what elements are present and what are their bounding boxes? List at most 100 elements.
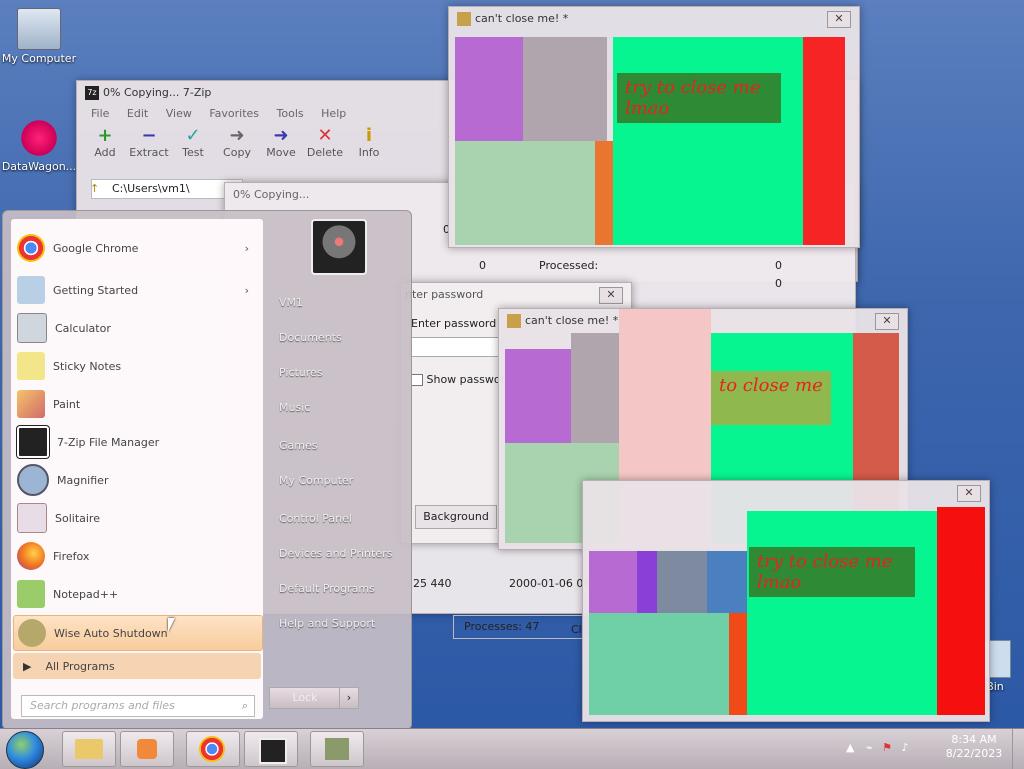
desktop-icon-my-computer[interactable]: My Computer [0, 8, 78, 65]
program-label: Getting Started [53, 283, 139, 297]
troll-titlebar[interactable]: ✕ [583, 481, 989, 505]
start-button[interactable] [6, 731, 44, 769]
right-item-user[interactable]: VM1 [279, 296, 303, 309]
menu-edit[interactable]: Edit [127, 107, 148, 120]
program-item-chrome[interactable]: Google Chrome › [13, 231, 261, 265]
program-label: Solitaire [55, 511, 100, 525]
taskbar-explorer[interactable] [62, 731, 116, 767]
right-item-documents[interactable]: Documents [279, 331, 342, 344]
desktop-icon-datawagon[interactable]: DataWagon... [0, 118, 78, 173]
troll-titlebar[interactable]: can't close me! * ✕ [449, 7, 859, 31]
magnifier-icon [17, 464, 49, 496]
show-password-checkbox[interactable]: Show password [411, 373, 512, 386]
right-item-games[interactable]: Games [279, 439, 317, 452]
program-label: Calculator [55, 321, 111, 335]
7zip-icon [16, 425, 50, 459]
info-button[interactable]: i Info [349, 126, 389, 160]
program-item-paint[interactable]: Paint [13, 387, 261, 421]
add-label: Add [94, 146, 116, 159]
password-titlebar[interactable]: nter password ✕ [401, 283, 631, 307]
calculator-icon [17, 313, 47, 343]
move-arrow-icon: ➜ [273, 125, 289, 146]
program-item-7zip[interactable]: 7-Zip File Manager [13, 425, 261, 459]
program-item-wise-auto-shutdown[interactable]: Wise Auto Shutdown [13, 615, 263, 651]
taskbar-media-player[interactable] [120, 731, 174, 767]
background-button[interactable]: Background [415, 505, 497, 529]
getting-started-icon [17, 276, 45, 304]
plus-icon: + [97, 125, 113, 146]
troll-message: to close me [711, 371, 831, 425]
right-item-pictures[interactable]: Pictures [279, 366, 323, 379]
program-item-solitaire[interactable]: Solitaire [13, 501, 261, 535]
menu-help[interactable]: Help [321, 107, 346, 120]
right-item-music[interactable]: Music [279, 401, 310, 414]
system-tray: ▲ ⌁ ⚑ ♪ [846, 741, 936, 757]
program-label: Wise Auto Shutdown [54, 626, 168, 640]
all-programs-label: All Programs [45, 659, 115, 673]
path-bar[interactable]: ↑ C:\Users\vm1\ [90, 179, 243, 199]
right-item-my-computer[interactable]: My Computer [279, 474, 353, 487]
move-button[interactable]: ➜ Move [261, 125, 301, 160]
up-folder-icon[interactable]: ↑ [90, 180, 99, 198]
program-item-calculator[interactable]: Calculator [13, 311, 261, 345]
program-item-firefox[interactable]: Firefox [13, 539, 261, 573]
lock-button[interactable]: Lock [269, 687, 341, 709]
move-label: Move [266, 146, 296, 159]
wise-shutdown-icon [18, 619, 46, 647]
app-icon [457, 12, 471, 26]
troll-window[interactable]: can't close me! * ✕ try to close me lmao [448, 6, 860, 248]
close-icon: ✕ [834, 12, 844, 25]
folder-icon [75, 739, 103, 759]
delete-button[interactable]: ✕ Delete [305, 126, 345, 160]
play-icon: ▶ [23, 659, 32, 673]
right-item-help-support[interactable]: Help and Support [279, 617, 375, 630]
clock[interactable]: 8:34 AM 8/22/2023 [944, 733, 1004, 761]
menu-favorites[interactable]: Favorites [209, 107, 259, 120]
start-menu[interactable]: Google Chrome › Getting Started › Calcul… [2, 210, 412, 730]
menu-tools[interactable]: Tools [277, 107, 304, 120]
computer-icon [17, 8, 61, 50]
checkbox-box[interactable] [411, 374, 423, 386]
power-options-button[interactable]: › [339, 687, 359, 709]
program-item-getting-started[interactable]: Getting Started › [13, 273, 261, 307]
volume-icon[interactable]: ♪ [901, 741, 908, 754]
add-button[interactable]: + Add [85, 125, 125, 160]
extract-button[interactable]: − Extract [129, 126, 169, 160]
media-player-icon [137, 739, 157, 759]
copy-button[interactable]: ➜ Copy [217, 126, 257, 160]
action-center-flag-icon[interactable]: ⚑ [882, 741, 892, 754]
password-field[interactable] [409, 337, 499, 357]
menu-file[interactable]: File [91, 107, 109, 120]
menu-view[interactable]: View [166, 107, 192, 120]
orange-block [595, 141, 613, 245]
taskbar-wise[interactable] [310, 731, 364, 767]
gray-block [523, 37, 607, 141]
show-hidden-icons-icon[interactable]: ▲ [846, 741, 854, 754]
user-picture[interactable] [311, 219, 367, 275]
desktop-icon-label: My Computer [1, 52, 77, 65]
troll-window[interactable]: ✕ try to close me lmao [582, 480, 990, 722]
mint-block [613, 37, 803, 245]
right-item-control-panel[interactable]: Control Panel [279, 512, 352, 525]
7zip-icon: 7z [85, 86, 99, 100]
green-block [455, 141, 595, 245]
sticky-notes-icon [17, 352, 45, 380]
test-button[interactable]: ✓ Test [173, 126, 213, 160]
close-button[interactable]: ✕ [827, 11, 851, 28]
mint-block [747, 511, 937, 715]
taskbar-chrome[interactable] [186, 731, 240, 767]
delete-label: Delete [306, 146, 344, 159]
all-programs-button[interactable]: ▶ All Programs [13, 653, 261, 679]
close-button[interactable]: ✕ [599, 287, 623, 304]
program-item-sticky-notes[interactable]: Sticky Notes [13, 349, 261, 383]
network-icon[interactable]: ⌁ [866, 741, 873, 754]
right-item-devices-printers[interactable]: Devices and Printers [279, 547, 392, 560]
show-desktop-button[interactable] [1012, 729, 1024, 769]
close-button[interactable]: ✕ [875, 313, 899, 330]
program-item-notepadpp[interactable]: Notepad++ [13, 577, 261, 611]
search-input[interactable]: Search programs and files ⌕ [21, 695, 255, 717]
program-item-magnifier[interactable]: Magnifier [13, 463, 261, 497]
taskbar-7zip[interactable] [244, 731, 298, 767]
right-item-default-programs[interactable]: Default Programs [279, 582, 375, 595]
close-button[interactable]: ✕ [957, 485, 981, 502]
